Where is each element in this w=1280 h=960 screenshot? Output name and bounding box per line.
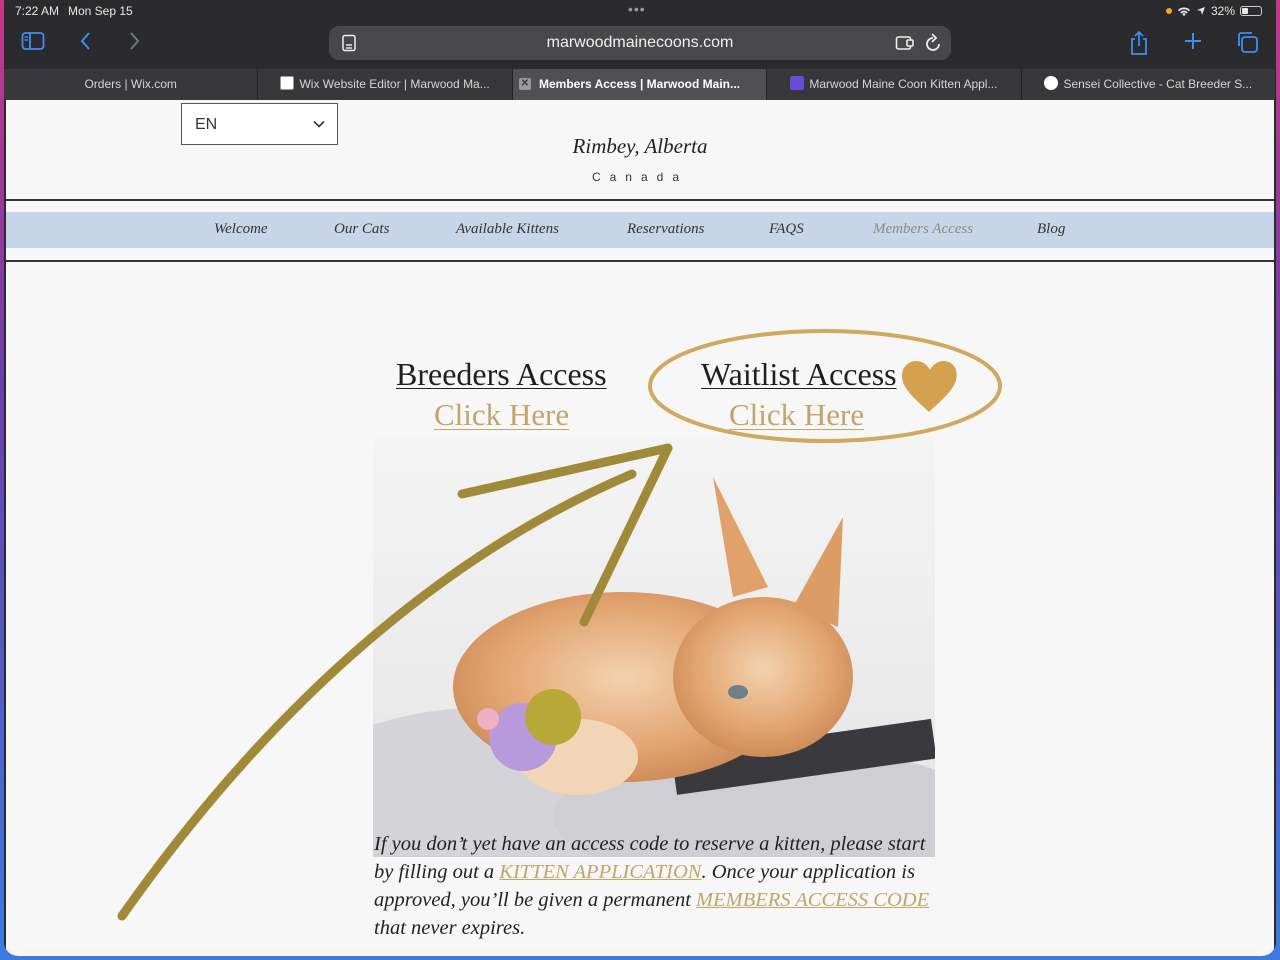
waitlist-access-title: Waitlist Access	[701, 356, 897, 392]
status-time: 7:22 AM	[15, 4, 60, 18]
nav-blog[interactable]: Blog	[1037, 221, 1065, 238]
sidebar-toggle-button[interactable]	[18, 30, 48, 58]
tab-label: Orders | Wix.com	[84, 77, 177, 91]
tab-kitten-application[interactable]: Marwood Maine Coon Kitten Appl...	[767, 69, 1022, 100]
tab-label: Wix Website Editor | Marwood Ma...	[299, 77, 490, 91]
back-button[interactable]	[71, 30, 101, 58]
ipad-frame: 7:22 AM Mon Sep 15 ••• 32% marwoodmainec…	[4, 0, 1276, 956]
members-access-code-link[interactable]: MEMBERS ACCESS CODE	[696, 889, 929, 911]
tab-label: Sensei Collective - Cat Breeder S...	[1063, 77, 1253, 91]
language-value: EN	[195, 116, 218, 133]
nav-reservations[interactable]: Reservations	[627, 221, 704, 238]
header-divider-bottom	[6, 260, 1274, 262]
battery-icon	[1240, 6, 1262, 16]
battery-percent: 32%	[1210, 4, 1235, 18]
chevron-right-icon	[130, 32, 140, 50]
site-location: Rimbey, Alberta	[572, 134, 708, 158]
header-divider-top	[6, 199, 1274, 201]
waitlist-access-link[interactable]: Click Here	[729, 397, 864, 433]
breeders-access-link[interactable]: Click Here	[434, 397, 569, 433]
tab-label: Members Access | Marwood Main...	[539, 77, 740, 91]
tabs-icon	[1238, 32, 1258, 53]
browser-toolbar: marwoodmainecoons.com	[4, 22, 1276, 68]
tab-members-access[interactable]: ✕ Members Access | Marwood Main...	[512, 69, 768, 100]
site-country: Canada	[591, 170, 689, 184]
wifi-icon	[1177, 7, 1190, 16]
sensei-favicon-icon	[1044, 76, 1059, 90]
tab-bar: Orders | Wix.com Wix Website Editor | Ma…	[4, 69, 1276, 100]
breeders-access-title: Breeders Access	[396, 356, 607, 392]
location-icon	[1196, 7, 1205, 15]
multitasking-dots[interactable]: •••	[628, 1, 646, 17]
intro-paragraph: If you don’t yet have an access code to …	[374, 830, 944, 942]
tab-overview-button[interactable]	[1232, 30, 1262, 58]
share-button[interactable]	[1124, 30, 1154, 58]
forward-button[interactable]	[119, 30, 149, 58]
chevron-down-icon	[313, 120, 325, 128]
close-tab-icon[interactable]: ✕	[518, 78, 531, 90]
nav-welcome[interactable]: Welcome	[214, 221, 268, 238]
kitten-application-link[interactable]: KITTEN APPLICATION	[499, 861, 701, 883]
status-right: 32%	[1165, 4, 1262, 18]
paragraph-text-3: that never expires.	[374, 917, 526, 939]
sidebar-icon	[21, 32, 45, 50]
url-text: marwoodmainecoons.com	[546, 34, 734, 51]
reload-icon[interactable]	[923, 32, 943, 54]
chevron-left-icon	[80, 32, 90, 50]
mic-indicator-icon	[1165, 8, 1172, 14]
forms-favicon-icon	[790, 76, 805, 90]
status-bar: 7:22 AM Mon Sep 15 ••• 32%	[4, 0, 1276, 22]
extension-icon[interactable]	[895, 35, 915, 51]
share-icon	[1131, 30, 1147, 55]
nav-members-access[interactable]: Members Access	[873, 221, 973, 238]
kitten-photo	[373, 437, 935, 857]
web-page: EN Rimbey, Alberta Canada Welcome Our Ca…	[6, 100, 1274, 956]
wix-favicon-icon	[280, 76, 295, 90]
nav-available-kittens[interactable]: Available Kittens	[456, 221, 559, 238]
address-bar[interactable]: marwoodmainecoons.com	[329, 26, 951, 60]
tab-label: Marwood Maine Coon Kitten Appl...	[809, 77, 998, 91]
main-nav: Welcome Our Cats Available Kittens Reser…	[6, 212, 1274, 248]
nav-faqs[interactable]: FAQS	[769, 221, 804, 238]
tab-orders-wix[interactable]: Orders | Wix.com	[4, 69, 259, 100]
nav-our-cats[interactable]: Our Cats	[334, 221, 389, 238]
status-date: Mon Sep 15	[68, 4, 133, 18]
new-tab-button[interactable]	[1178, 30, 1208, 58]
tab-wix-editor[interactable]: Wix Website Editor | Marwood Ma...	[258, 69, 513, 100]
tab-sensei-collective[interactable]: Sensei Collective - Cat Breeder S...	[1022, 69, 1276, 100]
plus-icon	[1185, 33, 1201, 49]
